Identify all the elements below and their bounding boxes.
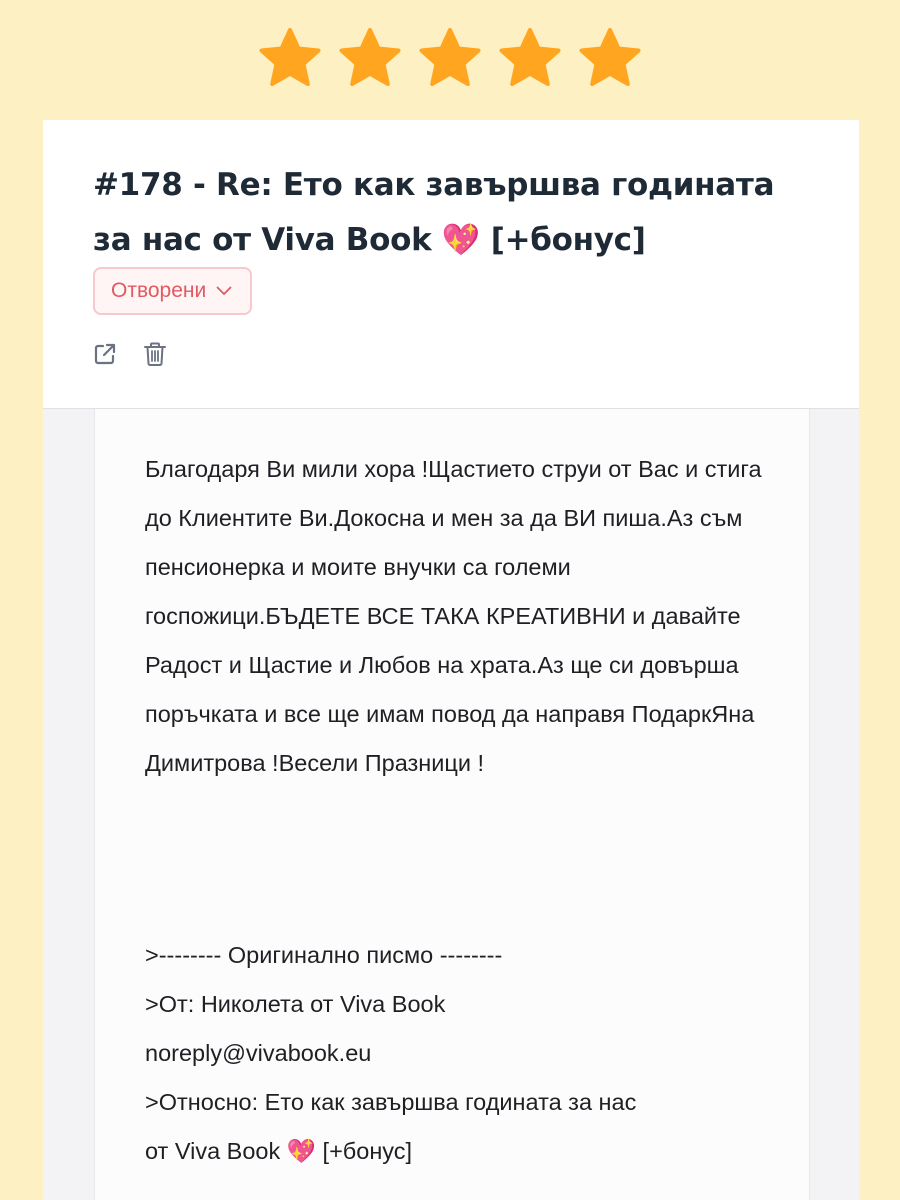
star-icon bbox=[259, 28, 321, 86]
original-message: >-------- Оригинално писмо -------- >От:… bbox=[145, 931, 785, 1176]
original-message-header: >-------- Оригинално писмо -------- bbox=[145, 942, 503, 968]
original-from-email: noreply@vivabook.eu bbox=[145, 1040, 372, 1066]
star-icon bbox=[499, 28, 561, 86]
message-text: Благодаря Ви мили хора !Щастието струи о… bbox=[145, 456, 762, 776]
original-subject-line: >Относно: Ето как завършва годината за н… bbox=[145, 1089, 637, 1115]
original-subject-line-continued: от Viva Book 💖 [+бонус] bbox=[145, 1138, 413, 1164]
ticket-title: #178 - Re: Ето как завършва годината за … bbox=[93, 167, 775, 258]
message-body: Благодаря Ви мили хора !Щастието струи о… bbox=[94, 409, 810, 1200]
star-icon bbox=[339, 28, 401, 86]
status-dropdown[interactable]: Отворени bbox=[93, 267, 253, 315]
star-icon bbox=[579, 28, 641, 86]
rating-stars bbox=[0, 26, 900, 90]
ticket-card: #178 - Re: Ето как завършва годината за … bbox=[43, 120, 859, 1200]
ticket-actions bbox=[91, 340, 169, 368]
chevron-down-icon bbox=[216, 286, 232, 295]
external-link-icon[interactable] bbox=[91, 340, 119, 368]
trash-icon[interactable] bbox=[141, 340, 169, 368]
ticket-header: #178 - Re: Ето как завършва годината за … bbox=[43, 120, 859, 409]
original-from-line: >От: Николета от Viva Book bbox=[145, 991, 446, 1017]
star-icon bbox=[419, 28, 481, 86]
status-label: Отворени bbox=[111, 279, 207, 302]
